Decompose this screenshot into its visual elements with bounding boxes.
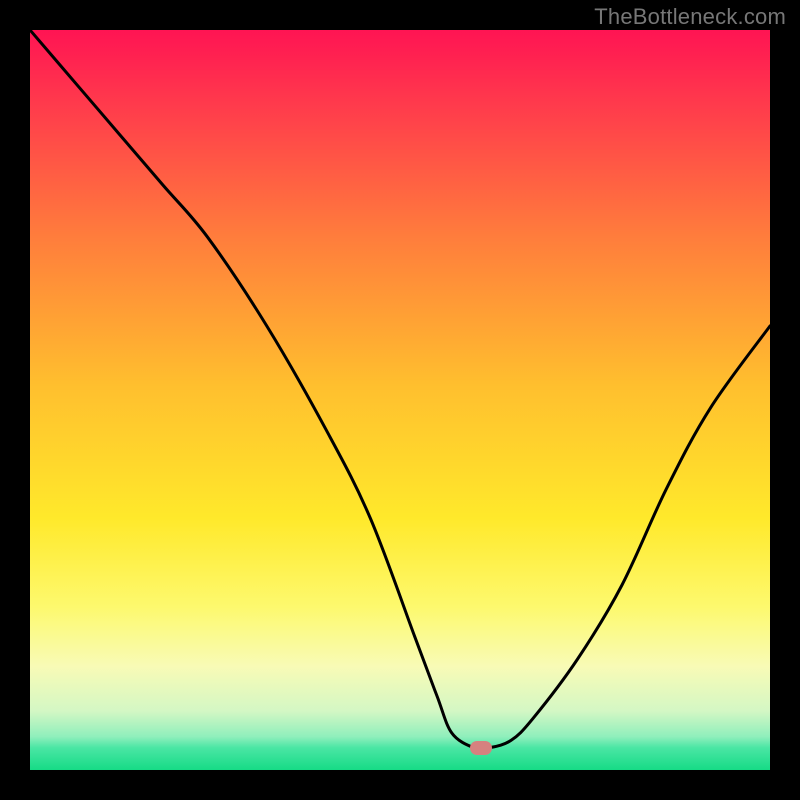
plot-area <box>30 30 770 770</box>
curve-layer <box>30 30 770 770</box>
optimal-marker <box>470 741 492 755</box>
watermark-label: TheBottleneck.com <box>594 4 786 30</box>
bottleneck-curve <box>30 30 770 749</box>
chart-frame: TheBottleneck.com <box>0 0 800 800</box>
